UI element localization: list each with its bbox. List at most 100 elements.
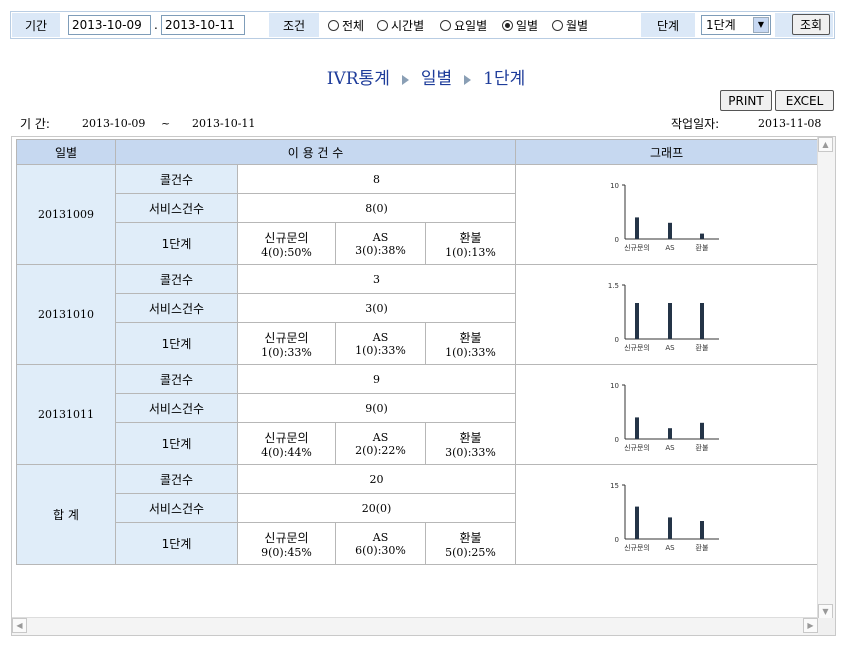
category-label: 신규문의 xyxy=(264,530,309,545)
level-select[interactable]: 1단계 ▼ xyxy=(701,15,771,35)
radio-daily[interactable]: 일별 xyxy=(502,17,538,34)
radio-icon[interactable] xyxy=(328,20,339,31)
results-panel[interactable]: 일별 이 용 건 수 그래프 20131009 콜건수 8 10 0 신규문의 AS 환불 서비… xyxy=(11,136,836,636)
service-value: 20(0) xyxy=(236,493,517,523)
category-label: AS xyxy=(372,430,389,444)
category-cell: 환불 5(0):25% xyxy=(424,522,517,565)
category-cell: AS 6(0):30% xyxy=(335,522,426,565)
radio-icon[interactable] xyxy=(377,20,388,31)
radio-label: 시간별 xyxy=(391,19,425,33)
radio-label: 월별 xyxy=(566,19,589,33)
graph-cell: 15 0 신규문의 AS 환불 xyxy=(515,464,819,565)
category-stat: 9(0):45% xyxy=(261,545,312,559)
scroll-left-icon[interactable]: ◀ xyxy=(12,618,27,633)
category-label: 환불 xyxy=(459,230,482,245)
search-button[interactable]: 조회 xyxy=(792,14,830,35)
table-row: 20131010 콜건수 3 1.5 0 신규문의 AS 환불 xyxy=(16,264,819,365)
y-tick-label-max: 10 xyxy=(610,182,619,190)
bar-1 xyxy=(634,417,639,439)
bar-1 xyxy=(634,303,639,339)
info-period-from: 2013-10-09 xyxy=(82,117,146,130)
bar-chart: 15 0 신규문의 AS 환불 xyxy=(610,482,719,552)
x-tick-label: 환불 xyxy=(695,543,708,552)
info-period-tilde: ~ xyxy=(161,117,171,130)
calls-value: 8 xyxy=(236,164,517,194)
category-cell: 환불 1(0):33% xyxy=(424,322,517,365)
category-stat: 1(0):33% xyxy=(355,343,406,357)
bar-3 xyxy=(699,233,704,239)
excel-button[interactable]: EXCEL xyxy=(775,90,834,111)
chevron-down-icon[interactable]: ▼ xyxy=(753,17,769,33)
category-label: 신규문의 xyxy=(264,230,309,245)
category-label: AS xyxy=(372,330,389,344)
info-period-to: 2013-10-11 xyxy=(192,117,256,130)
bar-1 xyxy=(634,217,639,239)
level-label: 단계 xyxy=(641,13,695,37)
service-label: 서비스건수 xyxy=(115,293,238,323)
y-tick-label-min: 0 xyxy=(614,436,618,444)
graph-cell: 1.5 0 신규문의 AS 환불 xyxy=(515,264,819,365)
bar-chart: 1.5 0 신규문의 AS 환불 xyxy=(607,282,719,352)
radio-weekday[interactable]: 요일별 xyxy=(440,17,487,34)
category-label: 환불 xyxy=(459,330,482,345)
category-cell: 신규문의 4(0):50% xyxy=(237,222,336,265)
header-day: 일별 xyxy=(16,139,116,165)
category-stat: 6(0):30% xyxy=(355,543,406,557)
print-button[interactable]: PRINT xyxy=(720,90,772,111)
graph-cell: 10 0 신규문의 AS 환불 xyxy=(515,164,819,265)
stats-table: 일별 이 용 건 수 그래프 20131009 콜건수 8 10 0 신규문의 AS 환불 서비… xyxy=(16,139,819,565)
category-cell: AS 2(0):22% xyxy=(335,422,426,465)
category-cell: 신규문의 4(0):44% xyxy=(237,422,336,465)
radio-hourly[interactable]: 시간별 xyxy=(377,17,424,34)
date-to-input[interactable] xyxy=(161,15,245,35)
radio-monthly[interactable]: 월별 xyxy=(552,17,588,34)
day-cell: 20131009 xyxy=(16,164,116,265)
x-tick-label: 환불 xyxy=(695,243,708,252)
bar-2 xyxy=(667,222,672,239)
calls-value: 20 xyxy=(236,464,517,494)
category-cell: 환불 3(0):33% xyxy=(424,422,517,465)
info-workdate-label: 작업일자: xyxy=(671,117,720,131)
horizontal-scrollbar[interactable]: ◀ ▶ xyxy=(12,617,818,635)
x-tick-label: AS xyxy=(665,444,675,452)
radio-icon[interactable] xyxy=(440,20,451,31)
calls-label: 콜건수 xyxy=(115,264,238,294)
radio-all[interactable]: 전체 xyxy=(328,17,364,34)
service-value: 8(0) xyxy=(236,193,517,223)
date-from-input[interactable] xyxy=(68,15,151,35)
radio-icon[interactable] xyxy=(552,20,563,31)
category-stat: 4(0):50% xyxy=(261,245,312,259)
breadcrumb-arrow-icon xyxy=(401,74,409,85)
x-tick-label: AS xyxy=(665,244,675,252)
category-stat: 1(0):33% xyxy=(445,345,496,359)
x-tick-label: AS xyxy=(665,544,675,552)
service-label: 서비스건수 xyxy=(115,393,238,423)
scroll-right-icon[interactable]: ▶ xyxy=(803,618,818,633)
service-label: 서비스건수 xyxy=(115,493,238,523)
category-stat: 1(0):33% xyxy=(261,345,312,359)
y-tick-label-max: 1.5 xyxy=(607,282,618,290)
vertical-scrollbar[interactable]: ▲ ▼ xyxy=(817,137,835,619)
info-period-label: 기 간: xyxy=(20,117,50,131)
radio-selected-icon[interactable] xyxy=(502,20,513,31)
scroll-down-icon[interactable]: ▼ xyxy=(818,604,833,619)
category-label: 신규문의 xyxy=(264,430,309,445)
scroll-up-icon[interactable]: ▲ xyxy=(818,137,833,152)
bar-1 xyxy=(634,506,639,539)
filter-bar: 기간 . 조건 전체 시간별 요일별 일별 월별 단계 1단계 ▼ 조회 xyxy=(10,11,835,39)
x-tick-label: 신규문의 xyxy=(624,343,650,352)
bar-3 xyxy=(699,521,704,539)
graph-cell: 10 0 신규문의 AS 환불 xyxy=(515,364,819,465)
category-label: AS xyxy=(372,530,389,544)
category-stat: 5(0):25% xyxy=(445,545,496,559)
y-tick-label-min: 0 xyxy=(614,536,618,544)
breadcrumb-arrow-icon xyxy=(464,74,472,85)
service-value: 9(0) xyxy=(236,393,517,423)
calls-label: 콜건수 xyxy=(115,164,238,194)
category-stat: 3(0):33% xyxy=(445,445,496,459)
category-label: 환불 xyxy=(459,430,482,445)
header-graph: 그래프 xyxy=(515,139,819,165)
bar-2 xyxy=(667,517,672,539)
header-usage: 이 용 건 수 xyxy=(114,139,517,165)
table-header-row: 일별 이 용 건 수 그래프 xyxy=(16,139,819,165)
